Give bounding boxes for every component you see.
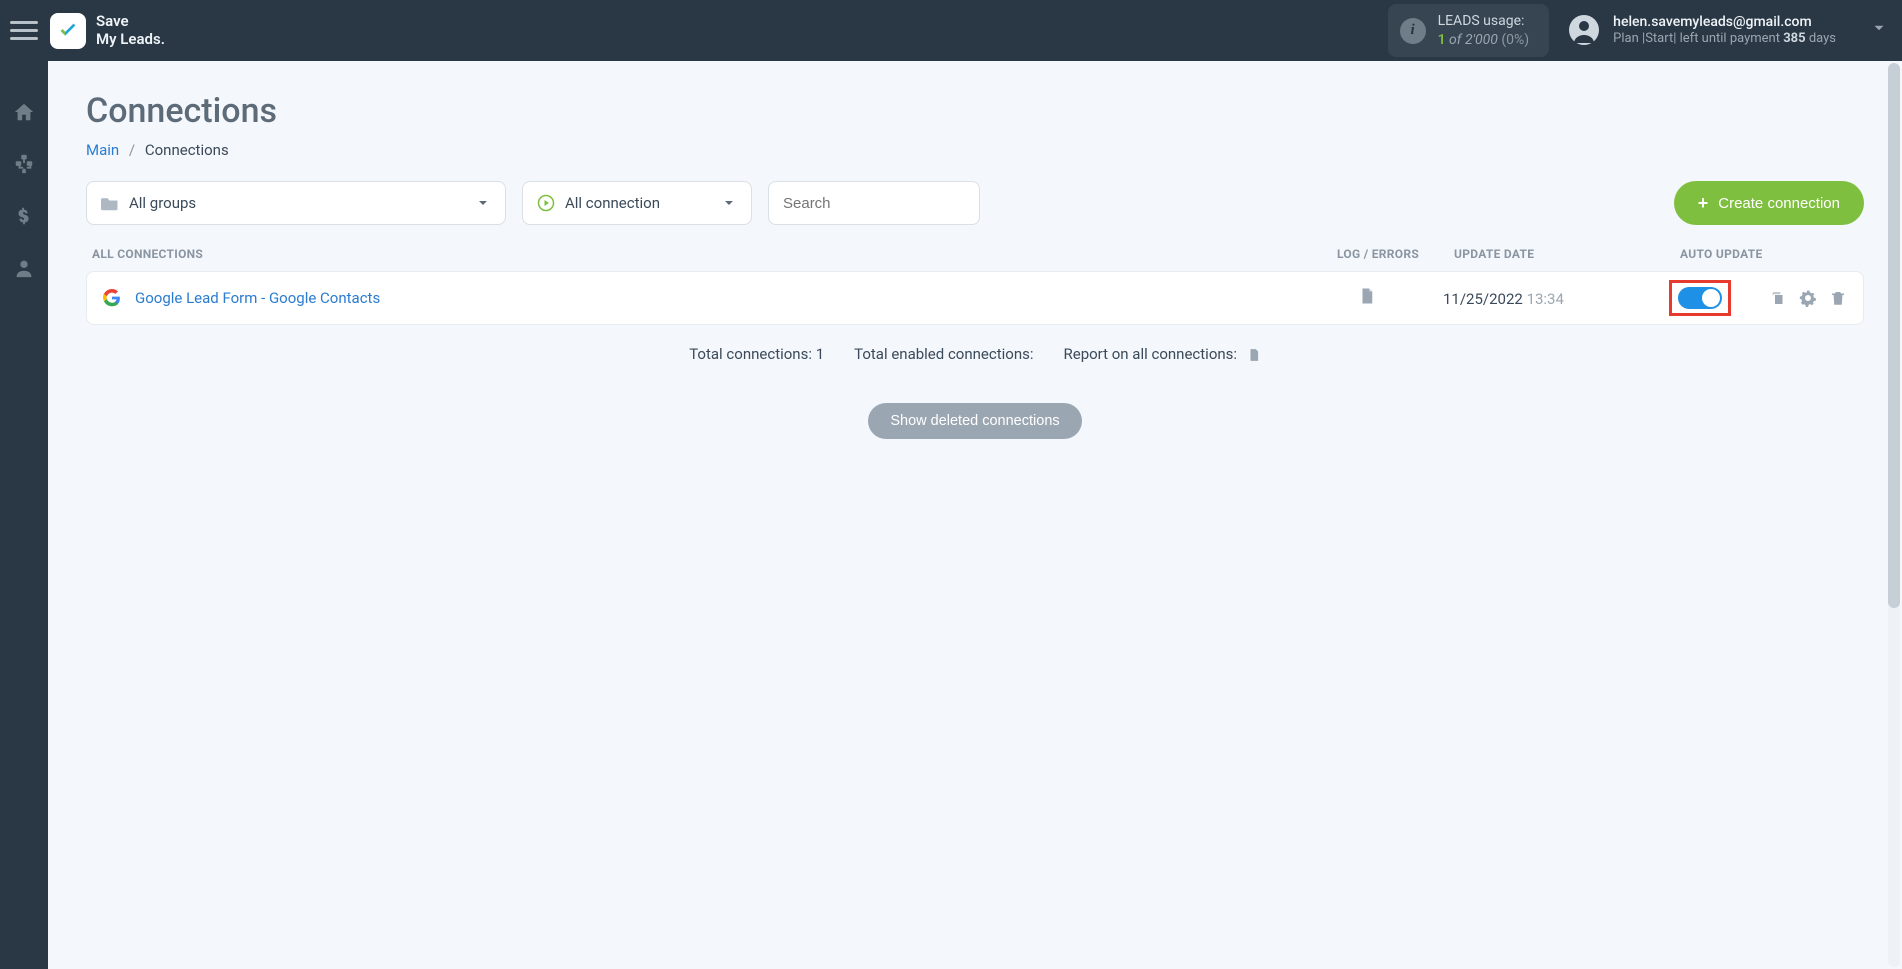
user-plan: Plan |Start| left until payment 385 days [1613,31,1836,48]
search-input[interactable] [783,195,965,212]
play-circle-icon [537,194,555,212]
check-icon [57,20,79,42]
report-icon[interactable] [1247,347,1261,363]
brand-text: Save My Leads [96,13,165,48]
total-label: Total connections: [689,345,815,363]
menu-toggle-button[interactable] [10,17,38,45]
report-label: Report on all connections: [1064,345,1238,363]
chevron-down-icon [475,195,491,211]
create-label: Create connection [1718,195,1840,212]
folder-icon [101,196,119,211]
page-title: Connections [86,91,1864,131]
date-value: 11/25/2022 [1443,290,1523,308]
plan-days: 385 [1783,31,1805,46]
breadcrumb-sep: / [129,141,135,159]
breadcrumb: Main / Connections [86,141,1864,159]
avatar-icon [1569,15,1599,45]
account-icon[interactable] [13,257,35,279]
table-header: ALL CONNECTIONS LOG / ERRORS UPDATE DATE… [86,247,1864,271]
leads-usage-text: LEADS usage: 1 of 2'000 (0%) [1438,12,1530,50]
connections-icon[interactable] [13,153,35,175]
user-email: helen.savemyleads@gmail.com [1613,13,1836,31]
scrollbar[interactable] [1886,61,1902,969]
total-enabled: Total enabled connections: [854,345,1033,363]
leads-pct: (0%) [1501,32,1529,48]
plan-mid: | left until payment [1673,31,1783,46]
brand-line1: Save [96,13,165,30]
leads-usage-badge[interactable]: i LEADS usage: 1 of 2'000 (0%) [1388,4,1550,58]
groups-label: All groups [129,194,196,212]
chevron-down-icon [721,195,737,211]
auto-update-highlight [1669,280,1731,316]
summary-row: Total connections: 1 Total enabled conne… [86,345,1864,363]
topbar: Save My Leads i LEADS usage: 1 of 2'000 … [0,0,1902,61]
breadcrumb-home[interactable]: Main [86,141,119,159]
show-deleted-button[interactable]: Show deleted connections [868,403,1081,439]
col-log: LOG / ERRORS [1318,247,1438,261]
leads-of: of [1449,32,1461,48]
google-icon [103,289,121,307]
user-text: helen.savemyleads@gmail.com Plan |Start|… [1613,13,1836,48]
table-row: Google Lead Form - Google Contacts 11/25… [86,271,1864,325]
trash-icon[interactable] [1829,289,1847,307]
col-all: ALL CONNECTIONS [92,247,1318,261]
plus-icon: + [1698,194,1709,212]
groups-select[interactable]: All groups [86,181,506,225]
total-connections: Total connections: 1 [689,345,824,363]
connection-link[interactable]: Google Lead Form - Google Contacts [135,289,380,307]
leads-limit: 2'000 [1465,32,1498,48]
col-auto: AUTO UPDATE [1658,247,1858,261]
chevron-down-icon [1870,19,1888,41]
auto-update-toggle[interactable] [1678,287,1722,309]
user-menu[interactable]: helen.savemyleads@gmail.com Plan |Start|… [1569,13,1888,48]
breadcrumb-current: Connections [145,141,229,159]
plan-prefix: Plan | [1613,31,1645,46]
time-value: 13:34 [1527,290,1564,308]
info-icon: i [1400,18,1426,44]
col-date: UPDATE DATE [1438,247,1658,261]
conn-label: All connection [565,194,660,212]
create-connection-button[interactable]: + Create connection [1674,181,1864,225]
total-value: 1 [816,345,824,363]
main-content: Connections Main / Connections All group… [48,61,1902,969]
log-icon[interactable] [1358,286,1376,306]
leads-title: LEADS usage: [1438,12,1530,31]
filters-row: All groups All connection + Create conne… [86,181,1864,225]
plan-name: Start [1645,31,1673,46]
row-date: 11/25/2022 13:34 [1443,290,1564,308]
report-all: Report on all connections: [1064,345,1261,363]
home-icon[interactable] [13,101,35,123]
brand-line2: My Leads [96,31,165,48]
app-logo[interactable] [50,13,86,49]
plan-days-suffix: days [1806,31,1836,46]
row-actions [1769,289,1847,307]
copy-icon[interactable] [1769,289,1787,307]
search-input-wrapper[interactable] [768,181,980,225]
leads-used: 1 [1438,32,1446,48]
connection-status-select[interactable]: All connection [522,181,752,225]
gear-icon[interactable] [1799,289,1817,307]
billing-icon[interactable] [13,205,35,227]
sidebar [0,61,48,969]
